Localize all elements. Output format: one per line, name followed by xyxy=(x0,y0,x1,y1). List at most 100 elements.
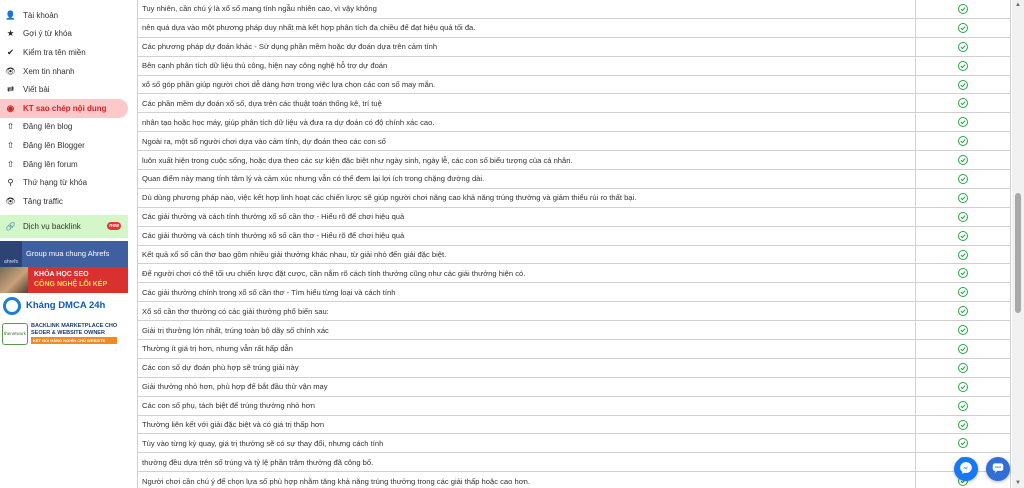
table-row: Xổ số cần thơ thường có các giải thưởng … xyxy=(138,302,1010,322)
status-cell xyxy=(916,340,1010,358)
sentence-cell: Xổ số cần thơ thường có các giải thưởng … xyxy=(138,302,916,321)
check-circle-icon xyxy=(958,287,968,298)
table-row: Các con số dự đoán phù hợp sẽ trúng giải… xyxy=(138,358,1010,378)
status-cell xyxy=(916,264,1010,282)
sentence-cell: Các con số dự đoán phù hợp sẽ trúng giải… xyxy=(138,358,916,377)
scroll-down-arrow-icon[interactable]: ▼ xyxy=(1012,478,1024,488)
status-cell xyxy=(916,208,1010,226)
table-row: Quan điểm này mang tính tâm lý và cảm xú… xyxy=(138,170,1010,189)
check-circle-icon xyxy=(958,362,968,373)
ahrefs-group-banner[interactable]: ahrefs Group mua chung Ahrefs xyxy=(0,240,128,267)
star-icon: ★ xyxy=(6,28,15,39)
messenger-icon xyxy=(959,461,973,477)
thenetwork-logo: thenetwork xyxy=(2,322,28,345)
sidebar-item-viet-bai[interactable]: ⇄ Viết bài xyxy=(0,80,128,99)
page-scrollbar[interactable]: ▲ ▼ xyxy=(1012,0,1024,488)
check-circle-icon xyxy=(958,155,968,166)
check-circle-icon xyxy=(958,22,968,33)
sentence-cell: Tuy nhiên, cần chú ý là xổ số mang tính … xyxy=(138,0,916,18)
sidebar-item-label: Đăng lên blog xyxy=(23,122,73,132)
table-row: Các giải thưởng chính trong xổ số cần th… xyxy=(138,283,1010,303)
check-circle-icon xyxy=(958,136,968,147)
marketplace-line3: KẾT NỐI HÀNG NGHÌN CHỦ WEBSITE xyxy=(31,337,118,345)
table-row: Bên cạnh phân tích dữ liệu thủ công, hiệ… xyxy=(138,56,1010,76)
status-cell xyxy=(916,19,1010,37)
table-row: Tùy vào từng kỳ quay, giá trị thưởng sẽ … xyxy=(138,434,1010,454)
check-circle-icon xyxy=(958,381,968,392)
check-circle-icon xyxy=(958,60,968,71)
upload-icon: ⇧ xyxy=(6,158,15,169)
user-icon: 👤 xyxy=(5,9,16,20)
status-cell xyxy=(916,434,1010,452)
status-cell xyxy=(916,246,1010,264)
status-cell xyxy=(916,283,1010,301)
seo-course-banner[interactable]: KHÓA HỌC SEO CÔNG NGHỆ LÕI KÉP xyxy=(0,266,128,293)
table-row: xổ số góp phần giúp người chơi dễ dàng h… xyxy=(138,75,1010,95)
sidebar-item-dang-len-blog[interactable]: ⇧ Đăng lên blog xyxy=(0,118,128,137)
ahrefs-logo: ahrefs xyxy=(0,240,22,267)
scrollbar-thumb[interactable] xyxy=(1015,193,1021,313)
status-cell xyxy=(916,57,1010,75)
status-cell xyxy=(916,151,1010,169)
sidebar-item-label: Thứ hạng từ khóa xyxy=(23,178,88,188)
sentence-cell: Giải trị thưởng lớn nhất, trúng toàn bộ … xyxy=(138,321,916,340)
scroll-up-arrow-icon[interactable]: ▲ xyxy=(1012,0,1024,10)
backlink-marketplace-banner[interactable]: thenetwork BACKLINK MARKETPLACE CHO SEOE… xyxy=(0,319,128,349)
eye-icon: 👁 xyxy=(5,195,16,206)
sidebar-item-tai-khoan[interactable]: 👤 Tài khoản xyxy=(0,6,128,25)
target-icon: ◉ xyxy=(6,102,15,113)
table-row: Các giải thưởng và cách tính thưởng xổ s… xyxy=(138,207,1010,227)
sentence-cell: Để người chơi có thể tối ưu chiến lược đ… xyxy=(138,264,916,283)
sidebar-item-dich-vu-backlink[interactable]: 🔗 Dịch vụ backlink new xyxy=(0,214,128,238)
check-circle-icon xyxy=(958,419,968,430)
sentence-cell: Dù dùng phương pháp nào, việc kết hợp li… xyxy=(138,188,916,207)
table-row: Giải trị thưởng lớn nhất, trúng toàn bộ … xyxy=(138,321,1010,341)
sidebar-item-label: Viết bài xyxy=(23,85,50,95)
check-circle-icon xyxy=(958,343,968,354)
sidebar-item-label: Gợi ý từ khóa xyxy=(23,29,72,39)
status-cell xyxy=(916,38,1010,56)
status-cell xyxy=(916,302,1010,320)
table-row: nên quá dựa vào một phương pháp duy nhất… xyxy=(138,18,1010,38)
sentence-cell: Ngoài ra, một số người chơi dựa vào cảm … xyxy=(138,132,916,151)
table-row: Để người chơi có thể tối ưu chiến lược đ… xyxy=(138,264,1010,284)
sidebar-item-tang-traffic[interactable]: 👁 Tăng traffic xyxy=(0,192,128,211)
check-circle-icon xyxy=(958,211,968,222)
status-cell xyxy=(916,113,1010,131)
sentence-cell: Quan điểm này mang tính tâm lý và cảm xú… xyxy=(138,170,916,188)
check-circle-icon xyxy=(958,325,968,336)
check-circle-icon xyxy=(958,230,968,241)
sidebar-item-label: Đăng lên Blogger xyxy=(23,140,85,150)
sentence-cell: Người chơi cần chú ý để chọn lựa số phù … xyxy=(138,472,916,488)
status-cell xyxy=(916,227,1010,245)
table-row: Thường liên kết với giải đặc biệt và có … xyxy=(138,415,1010,435)
sidebar-item-kt-sao-chep[interactable]: ◉ KT sao chép nội dung xyxy=(0,98,128,118)
marketplace-line2: SEOER & WEBSITE OWNER xyxy=(31,330,105,337)
sentence-cell: Các giải thưởng và cách tính thưởng xổ s… xyxy=(138,207,916,226)
live-chat-button[interactable] xyxy=(986,457,1010,481)
sidebar-item-goi-y-tu-khoa[interactable]: ★ Gợi ý từ khóa xyxy=(0,25,128,44)
status-cell xyxy=(916,359,1010,377)
dmca-banner[interactable]: Kháng DMCA 24h xyxy=(0,293,128,319)
check-icon: ✔ xyxy=(6,46,15,57)
sidebar-item-xem-tin-nhanh[interactable]: 👁 Xem tin nhanh xyxy=(0,62,128,81)
seo-banner-line1: KHÓA HỌC SEO xyxy=(34,270,89,278)
sidebar-item-dang-len-forum[interactable]: ⇧ Đăng lên forum xyxy=(0,155,128,174)
sentence-cell: Các phần mềm dự đoán xổ số, dựa trên các… xyxy=(138,94,916,113)
check-circle-icon xyxy=(958,79,968,90)
sidebar-item-kiem-tra-ten-mien[interactable]: ✔ Kiểm tra tên miền xyxy=(0,43,128,62)
check-circle-icon xyxy=(958,268,968,279)
messenger-button[interactable] xyxy=(954,457,978,481)
status-cell xyxy=(916,0,1010,18)
status-cell xyxy=(916,416,1010,434)
table-row: Tuy nhiên, cần chú ý là xổ số mang tính … xyxy=(138,0,1010,19)
status-cell xyxy=(916,170,1010,188)
dmca-logo-icon xyxy=(3,296,21,315)
sidebar-item-label: Xem tin nhanh xyxy=(23,66,75,76)
sidebar-item-dang-len-blogger[interactable]: ⇧ Đăng lên Blogger xyxy=(0,136,128,155)
upload-icon: ⇧ xyxy=(6,139,15,150)
sidebar-item-thu-hang-tu-khoa[interactable]: ⚲ Thứ hạng từ khóa xyxy=(0,173,128,192)
link-icon: 🔗 xyxy=(5,221,16,231)
marketplace-line1: BACKLINK MARKETPLACE CHO xyxy=(31,323,118,330)
sentence-cell: Giải thưởng nhỏ hơn, phù hợp để bắt đầu … xyxy=(138,377,916,396)
